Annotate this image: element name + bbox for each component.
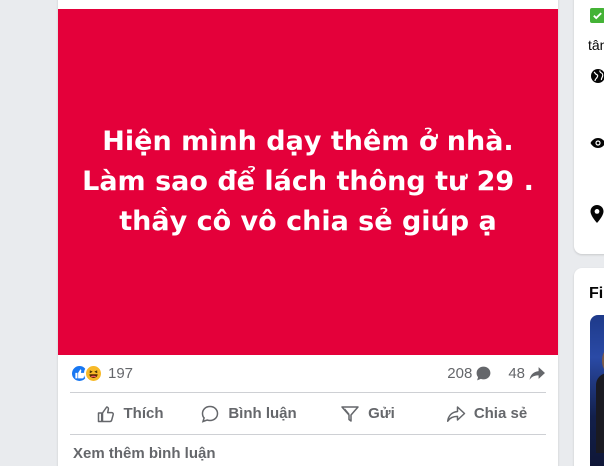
share-arrow-icon — [529, 367, 545, 380]
share-icon — [446, 405, 466, 422]
thumbnail-body — [596, 373, 604, 453]
share-button[interactable]: Chia sẻ — [427, 397, 546, 431]
like-button[interactable]: Thích — [70, 397, 189, 431]
green-check-icon — [590, 8, 604, 23]
send-button-label: Gửi — [368, 405, 395, 422]
video-thumbnail[interactable] — [590, 315, 604, 466]
comment-bubble-icon — [476, 366, 491, 381]
post-stats-row: 197 208 48 — [70, 355, 546, 393]
reaction-count: 197 — [108, 365, 134, 382]
comment-button[interactable]: Bình luận — [189, 397, 308, 431]
right-films-card: Fil — [574, 268, 604, 466]
comments-count[interactable]: 208 — [447, 365, 492, 382]
thumbs-up-icon — [97, 405, 114, 422]
engagement-counts: 208 48 — [431, 365, 546, 382]
comment-button-label: Bình luận — [228, 405, 297, 422]
post-image-text: Hiện mình dạy thêm ở nhà. Làm sao để lác… — [62, 122, 554, 242]
post-text-line-2: Làm sao để lách thông tư 29 . — [82, 166, 534, 197]
shares-count[interactable]: 48 — [508, 365, 546, 382]
share-button-label: Chia sẻ — [473, 405, 528, 422]
globe-icon — [591, 69, 604, 83]
view-more-comments-link[interactable]: Xem thêm bình luận — [73, 435, 543, 466]
reactions-summary[interactable]: 197 — [70, 364, 133, 383]
post-card: Hiện mình dạy thêm ở nhà. Làm sao để lác… — [58, 0, 558, 466]
comments-count-value: 208 — [447, 365, 473, 382]
eye-icon — [590, 138, 604, 148]
post-text-line-1: Hiện mình dạy thêm ở nhà. — [102, 126, 514, 157]
post-text-line-3: thầy cô vô chia sẻ giúp ạ — [119, 206, 497, 237]
right-partial-text: tân — [588, 37, 604, 53]
comment-icon — [202, 405, 219, 423]
right-card-title: Fil — [589, 285, 604, 302]
send-icon — [341, 405, 359, 422]
like-button-label: Thích — [123, 405, 164, 422]
send-button[interactable]: Gửi — [308, 397, 427, 431]
location-pin-icon — [590, 205, 604, 223]
shares-count-value: 48 — [508, 365, 525, 382]
post-text-image[interactable]: Hiện mình dạy thêm ở nhà. Làm sao để lác… — [58, 9, 558, 355]
right-info-card: tân — [574, 0, 604, 254]
haha-reaction-icon — [84, 364, 103, 383]
post-header-strip — [58, 0, 558, 9]
post-action-bar: Thích Bình luận Gửi Chia sẻ — [70, 393, 546, 435]
